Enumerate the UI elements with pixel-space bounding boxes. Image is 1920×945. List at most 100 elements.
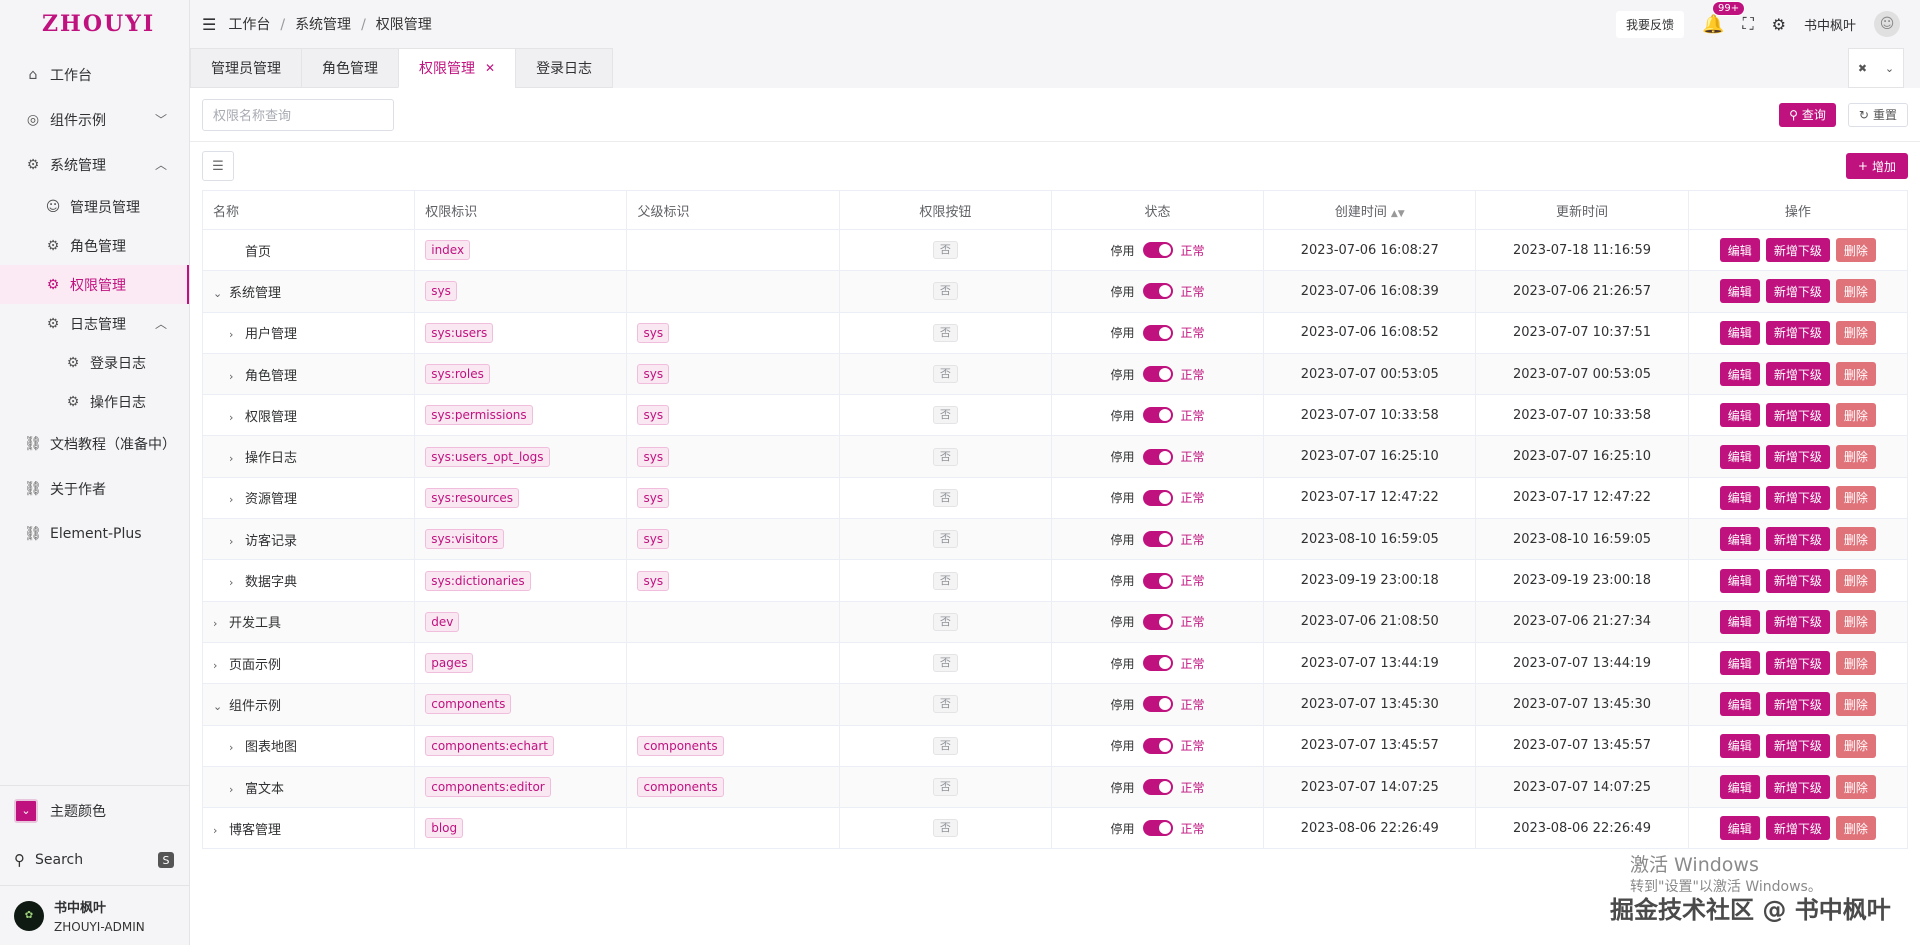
sidebar-item[interactable]: ⛓ 关于作者: [0, 466, 189, 511]
add-child-button[interactable]: 新增下级: [1765, 279, 1830, 304]
edit-button[interactable]: 编辑: [1719, 320, 1760, 345]
table-row[interactable]: › 资源管理 sys:resources sys 否 停用 正常 2023-07-17 12:…: [201, 476, 1909, 520]
add-child-button[interactable]: 新增下级: [1765, 775, 1830, 799]
sidebar-search[interactable]: ⚲ Search S: [0, 835, 190, 885]
table-row[interactable]: › 数据字典 sys:dictionaries sys 否 停用 正常 2023-09-19 …: [201, 559, 1909, 602]
status-switch[interactable]: [1142, 489, 1173, 506]
sidebar-item[interactable]: ⚙ 操作日志: [0, 382, 189, 421]
table-row[interactable]: ⌄ 系统管理 sys 否 停用 正常 2023-07-06 16:08:39 2023-07-…: [201, 270, 1909, 313]
status-switch[interactable]: [1142, 283, 1173, 300]
delete-button[interactable]: 删除: [1835, 362, 1876, 387]
table-row[interactable]: › 权限管理 sys:permissions sys 否 停用 正常 2023-07-07 1…: [201, 394, 1909, 437]
delete-button[interactable]: 删除: [1835, 775, 1876, 799]
bell-icon[interactable]: 🔔 99+: [1702, 0, 1746, 35]
status-switch[interactable]: [1142, 366, 1173, 383]
reset-button[interactable]: ↻ 重置: [1847, 102, 1908, 127]
status-switch[interactable]: [1142, 655, 1173, 672]
sidebar-item[interactable]: ⚙ 角色管理: [0, 226, 189, 265]
edit-button[interactable]: 编辑: [1719, 733, 1760, 758]
table-row[interactable]: › 图表地图 components:echart components 否 停用 正常 202…: [201, 724, 1909, 767]
table-row[interactable]: › 页面示例 pages 否 停用 正常 2023-07-07 13:44:19 2023-0…: [201, 641, 1909, 685]
col-created[interactable]: 创建时间 ▲▼: [1263, 190, 1477, 230]
chevron-right-icon[interactable]: ›: [229, 370, 241, 383]
sidebar-user[interactable]: ✿ 书中枫叶 ZHOUYI-ADMIN: [0, 885, 190, 945]
sidebar-item[interactable]: ◎ 组件示例 ﹀: [0, 97, 189, 142]
tab-roles[interactable]: 角色管理: [301, 48, 398, 88]
sort-icon[interactable]: ▲▼: [1391, 209, 1405, 219]
delete-button[interactable]: 删除: [1835, 568, 1876, 593]
gear-icon[interactable]: ⚙: [1772, 15, 1786, 34]
feedback-button[interactable]: 我要反馈: [1616, 10, 1685, 38]
tab-login-log[interactable]: 登录日志: [515, 48, 614, 88]
add-child-button[interactable]: 新增下级: [1765, 609, 1830, 634]
status-switch[interactable]: [1142, 448, 1173, 465]
chevron-right-icon[interactable]: ›: [213, 659, 225, 672]
chevron-right-icon[interactable]: ›: [229, 493, 241, 506]
tab-admin[interactable]: 管理员管理: [190, 48, 301, 88]
edit-button[interactable]: 编辑: [1719, 279, 1760, 304]
table-row[interactable]: › 用户管理 sys:users sys 否 停用 正常 2023-07-06 16:08:5…: [201, 311, 1909, 354]
chevron-down-icon[interactable]: ⌄: [213, 287, 225, 300]
add-child-button[interactable]: 新增下级: [1765, 692, 1830, 717]
add-child-button[interactable]: 新增下级: [1765, 527, 1830, 552]
add-button[interactable]: + 增加: [1845, 153, 1908, 179]
fullscreen-icon[interactable]: ⛶: [1742, 14, 1753, 34]
column-settings-icon[interactable]: ☰: [202, 151, 234, 181]
edit-button[interactable]: 编辑: [1719, 775, 1760, 799]
chevron-down-icon[interactable]: ⌄: [213, 700, 225, 713]
sidebar-item[interactable]: ⛓ Element-Plus: [0, 511, 189, 556]
delete-button[interactable]: 删除: [1835, 733, 1876, 758]
sidebar-item[interactable]: ⛓ 文档教程（准备中）: [0, 421, 189, 466]
add-child-button[interactable]: 新增下级: [1765, 733, 1830, 758]
add-child-button[interactable]: 新增下级: [1765, 444, 1830, 469]
status-switch[interactable]: [1142, 779, 1173, 795]
chevron-right-icon[interactable]: ›: [229, 783, 241, 796]
chevron-right-icon[interactable]: ›: [229, 576, 241, 589]
table-row[interactable]: ⌄ 组件示例 components 否 停用 正常 2023-07-07 13:45:30 2…: [201, 683, 1909, 726]
status-switch[interactable]: [1142, 572, 1173, 589]
add-child-button[interactable]: 新增下级: [1765, 362, 1830, 387]
table-row[interactable]: › 富文本 components:editor components 否 停用 正常 2023…: [201, 765, 1909, 809]
table-row[interactable]: › 博客管理 blog 否 停用 正常 2023-08-06 22:26:49 2023-08…: [201, 807, 1909, 850]
delete-button[interactable]: 删除: [1835, 320, 1876, 345]
chevron-right-icon[interactable]: ›: [229, 328, 241, 341]
edit-button[interactable]: 编辑: [1719, 485, 1760, 510]
status-switch[interactable]: [1142, 737, 1173, 754]
menu-toggle-icon[interactable]: ☰: [202, 15, 216, 34]
delete-button[interactable]: 删除: [1835, 816, 1876, 841]
edit-button[interactable]: 编辑: [1719, 568, 1760, 593]
delete-button[interactable]: 删除: [1835, 651, 1876, 676]
chevron-right-icon[interactable]: ›: [229, 411, 241, 424]
theme-color-picker[interactable]: ⌄ 主题颜色: [0, 785, 190, 835]
add-child-button[interactable]: 新增下级: [1765, 320, 1830, 345]
close-all-icon[interactable]: ✖: [1858, 62, 1867, 75]
edit-button[interactable]: 编辑: [1719, 403, 1760, 428]
edit-button[interactable]: 编辑: [1719, 238, 1760, 263]
table-row[interactable]: › 访客记录 sys:visitors sys 否 停用 正常 2023-08-10 16:5…: [201, 518, 1909, 561]
sidebar-item[interactable]: ⌂ 工作台: [0, 52, 189, 97]
delete-button[interactable]: 删除: [1835, 238, 1876, 263]
sidebar-item[interactable]: ⚙ 权限管理: [0, 265, 189, 304]
chevron-right-icon[interactable]: ›: [229, 741, 241, 754]
edit-button[interactable]: 编辑: [1719, 444, 1760, 469]
tab-permissions[interactable]: 权限管理 ✕: [398, 48, 516, 88]
add-child-button[interactable]: 新增下级: [1765, 816, 1830, 841]
edit-button[interactable]: 编辑: [1719, 816, 1760, 841]
add-child-button[interactable]: 新增下级: [1765, 568, 1830, 593]
permission-name-search-input[interactable]: 权限名称查询: [202, 98, 394, 131]
user-avatar-icon[interactable]: ☺: [1874, 11, 1900, 37]
topbar-username[interactable]: 书中枫叶: [1804, 15, 1856, 34]
chevron-right-icon[interactable]: ›: [229, 535, 241, 548]
breadcrumb-item[interactable]: 工作台: [228, 17, 270, 33]
delete-button[interactable]: 删除: [1835, 279, 1876, 304]
status-switch[interactable]: [1142, 613, 1173, 630]
breadcrumb-item[interactable]: 系统管理: [295, 17, 351, 33]
add-child-button[interactable]: 新增下级: [1765, 651, 1830, 676]
edit-button[interactable]: 编辑: [1719, 692, 1760, 717]
status-switch[interactable]: [1142, 324, 1173, 341]
search-button[interactable]: ⚲ 查询: [1779, 102, 1836, 127]
app-logo[interactable]: ZHOUYI: [0, 0, 189, 48]
status-switch[interactable]: [1142, 820, 1173, 837]
chevron-right-icon[interactable]: ›: [213, 824, 225, 837]
delete-button[interactable]: 删除: [1835, 609, 1876, 634]
